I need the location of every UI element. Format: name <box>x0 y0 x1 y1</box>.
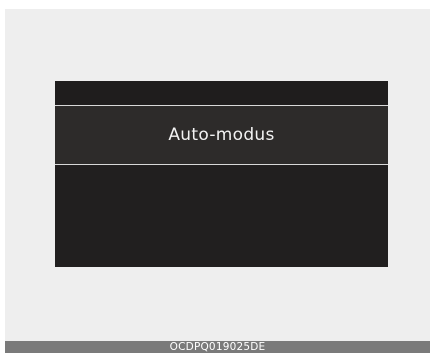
cluster-display-screen: Auto-modus <box>55 81 388 267</box>
figure-caption-bar: OCDPQ019025DE <box>5 341 430 353</box>
display-lower-area <box>55 165 388 267</box>
figure-code: OCDPQ019025DE <box>169 341 266 353</box>
display-top-bar <box>55 81 388 105</box>
mode-label: Auto-modus <box>168 125 275 145</box>
